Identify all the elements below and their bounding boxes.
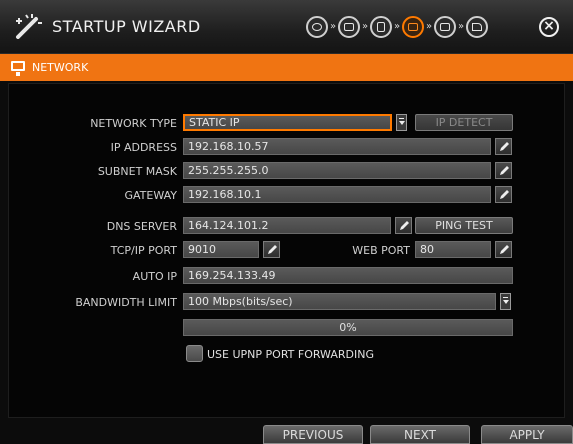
section-title: NETWORK (32, 61, 89, 74)
network-type-dropdown-icon[interactable] (396, 114, 407, 131)
monitor-icon (11, 61, 25, 76)
next-button[interactable]: NEXT (370, 425, 470, 444)
bandwidth-limit-label: BANDWIDTH LIMIT (75, 296, 177, 309)
step-arrow-icon: » (425, 21, 433, 32)
title-bar: STARTUP WIZARD » » » » » × (0, 0, 573, 54)
progress-bar: 0% (183, 319, 513, 336)
step-arrow-icon: » (329, 21, 337, 32)
gateway-label: GATEWAY (124, 189, 177, 202)
previous-button[interactable]: PREVIOUS (263, 425, 363, 444)
step-network-monitor-icon[interactable] (402, 16, 424, 38)
step-globe-icon[interactable] (306, 16, 328, 38)
step-disk-icon[interactable] (370, 16, 392, 38)
network-type-label: NETWORK TYPE (90, 117, 177, 130)
wizard-wand-icon (16, 14, 42, 39)
dns-server-label: DNS SERVER (106, 220, 177, 233)
step-display-icon[interactable] (434, 16, 456, 38)
bandwidth-limit-select[interactable]: 100 Mbps(bits/sec) (183, 293, 496, 310)
ping-test-button[interactable]: PING TEST (415, 217, 513, 234)
auto-ip-label: AUTO IP (132, 270, 177, 283)
upnp-label: USE UPNP PORT FORWARDING (207, 348, 374, 361)
step-arrow-icon: » (393, 21, 401, 32)
auto-ip-field: 169.254.133.49 (183, 267, 513, 284)
step-arrow-icon: » (457, 21, 465, 32)
network-type-select[interactable]: STATIC IP (183, 114, 392, 131)
section-header: NETWORK (0, 54, 573, 81)
bandwidth-dropdown-icon[interactable] (500, 293, 511, 310)
ip-address-field[interactable]: 192.168.10.57 (183, 138, 491, 155)
wizard-steps: » » » » » (306, 16, 488, 38)
window-title: STARTUP WIZARD (52, 17, 201, 36)
keyboard-edit-icon[interactable] (495, 138, 512, 155)
ip-address-label: IP ADDRESS (110, 141, 177, 154)
dns-server-field[interactable]: 164.124.101.2 (183, 217, 391, 234)
close-icon[interactable]: × (539, 17, 559, 37)
web-port-label: WEB PORT (352, 244, 410, 257)
web-port-field[interactable]: 80 (415, 241, 491, 258)
step-calendar-icon[interactable] (338, 16, 360, 38)
gateway-field[interactable]: 192.168.10.1 (183, 186, 491, 203)
upnp-checkbox[interactable] (186, 345, 203, 362)
tcp-ip-port-label: TCP/IP PORT (110, 244, 177, 257)
step-flag-icon[interactable] (466, 16, 488, 38)
subnet-mask-label: SUBNET MASK (97, 165, 177, 178)
keyboard-edit-icon[interactable] (495, 241, 512, 258)
ip-detect-button[interactable]: IP DETECT (415, 114, 513, 131)
subnet-mask-field[interactable]: 255.255.255.0 (183, 162, 491, 179)
step-arrow-icon: » (361, 21, 369, 32)
keyboard-edit-icon[interactable] (495, 162, 512, 179)
apply-button[interactable]: APPLY (481, 425, 573, 444)
keyboard-edit-icon[interactable] (395, 217, 412, 234)
keyboard-edit-icon[interactable] (495, 186, 512, 203)
